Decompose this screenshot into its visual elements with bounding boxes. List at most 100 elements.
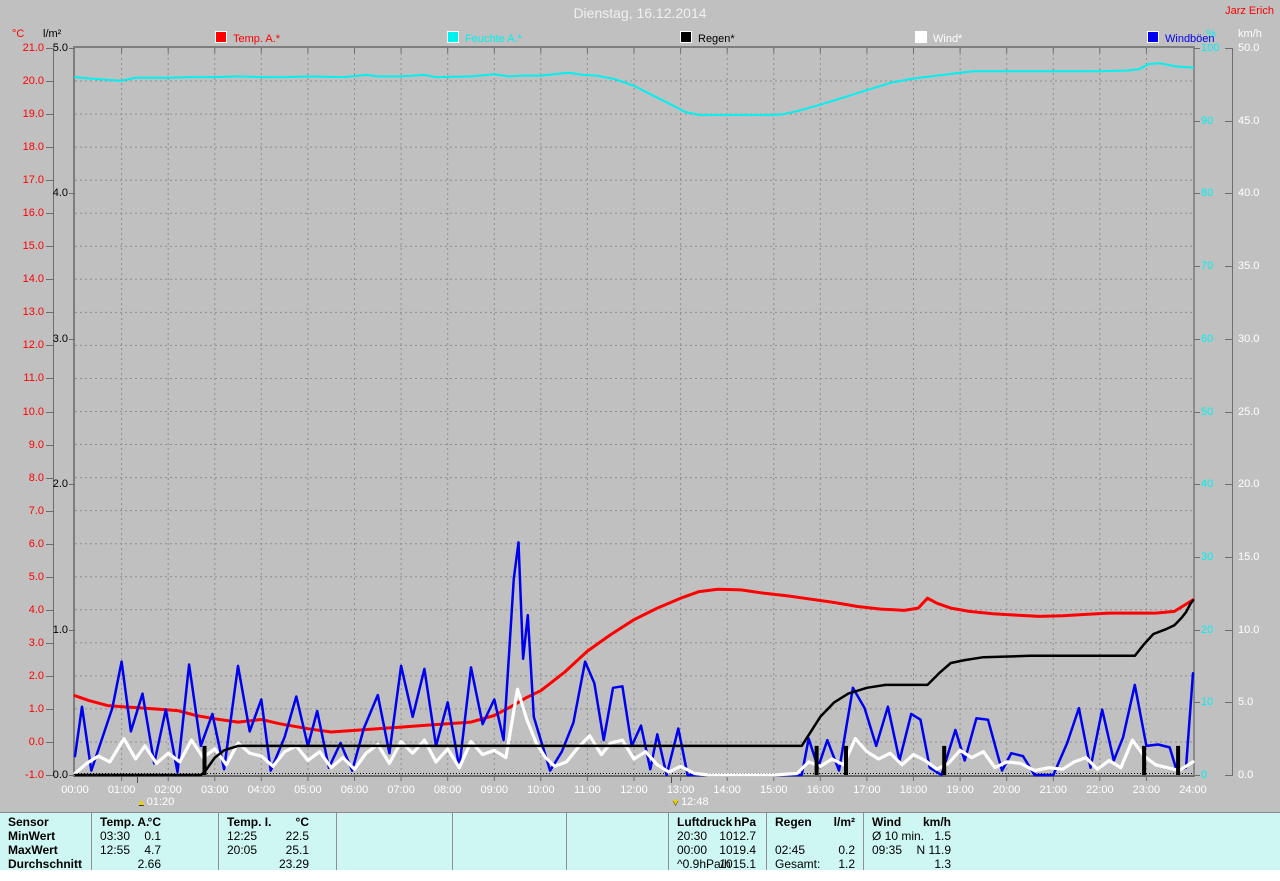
hour-axis-tick-label: 11:00 [574, 784, 601, 796]
page-title: Dienstag, 16.12.2014 [573, 5, 707, 21]
axis-tick [1194, 629, 1200, 631]
temp-axis-tick-label: 5.0 [28, 570, 44, 583]
axis-tick [46, 345, 53, 347]
axis-tick [1194, 556, 1200, 558]
temp-axis-tick-label: 2.0 [28, 669, 44, 682]
rain-event-bar [844, 745, 848, 775]
moonrise-arrow-icon: ▲ [136, 797, 146, 807]
wind-axis-tick-label: 40.0 [1238, 187, 1260, 200]
legend-color-swatch [1147, 31, 1159, 43]
humidity-axis-tick-label: 10 [1201, 696, 1214, 709]
temp-axis-tick-label: 4.0 [28, 603, 44, 616]
table-row-label: MinWert [8, 829, 56, 843]
axis-tick [46, 147, 53, 149]
table-cell-value: 22.5 [285, 829, 309, 843]
humidity-axis-tick-label: 50 [1201, 405, 1214, 418]
axis-tick [1194, 193, 1200, 195]
temp-axis-tick-label: 1.0 [28, 702, 44, 715]
axis-tick [1225, 775, 1232, 776]
table-cell-value: 23.29 [278, 857, 309, 871]
axis-tick [1232, 48, 1233, 776]
legend-label: Temp. A.* [233, 33, 281, 45]
hour-axis-tick-label: 14:00 [713, 784, 741, 796]
hour-axis-tick-label: 04:00 [247, 784, 276, 796]
humidity-axis-tick-label: 0 [1201, 769, 1208, 781]
wind-axis-tick-label: 30.0 [1238, 332, 1260, 345]
hour-axis-tick-label: 19:00 [946, 784, 974, 796]
moonset-arrow-icon: ▼ [671, 797, 681, 807]
table-cell-value: 1012.7 [719, 829, 756, 843]
axis-tick [1194, 338, 1200, 340]
temp-axis-tick-label: 13.0 [22, 306, 44, 319]
table-col-unit: km/h [922, 815, 951, 829]
temp-axis-tick-label: 19.0 [22, 108, 44, 121]
axis-tick [1225, 411, 1232, 413]
hour-axis-tick-label: 23:00 [1132, 784, 1161, 796]
table-separator [218, 813, 219, 871]
table-cell-value: 4.7 [144, 843, 161, 857]
legend-color-swatch [680, 31, 692, 43]
table-cell-value: 1015.1 [719, 857, 756, 871]
legend-color-swatch [215, 31, 227, 43]
hour-axis-tick-label: 24:00 [1179, 784, 1207, 796]
axis-tick [1225, 556, 1232, 558]
table-row-label: MaxWert [8, 843, 58, 857]
legend-item-regen[interactable]: Regen* [680, 31, 735, 45]
axis-tick [46, 180, 53, 182]
hour-axis-tick-label: 05:00 [294, 784, 322, 796]
temp-axis-tick-label: 10.0 [22, 405, 44, 418]
axis-tick [53, 48, 54, 776]
table-cell-value: 0.1 [144, 829, 161, 843]
humidity-axis-tick-label: 80 [1201, 187, 1214, 200]
temp-axis-tick-label: 9.0 [28, 438, 44, 451]
table-separator [336, 813, 337, 871]
axis-tick [1225, 484, 1232, 486]
legend-item-feuchtea[interactable]: Feuchte A.* [447, 31, 522, 45]
rain-axis-unit: l/m² [43, 28, 62, 40]
hour-axis-tick-label: 17:00 [853, 784, 881, 796]
temp-axis-tick-label: 0.0 [28, 735, 44, 748]
axis-tick [46, 114, 53, 116]
temp-axis-tick-label: 6.0 [28, 537, 44, 550]
table-separator [91, 813, 92, 871]
axis-tick [46, 444, 53, 446]
rain-axis-tick-label: 1.0 [52, 623, 68, 636]
axis-tick [1225, 193, 1232, 195]
table-cell-value: 1.5 [934, 829, 951, 843]
legend-label: Feuchte A.* [465, 33, 522, 45]
wind-axis-tick-label: 0.0 [1238, 769, 1254, 781]
hour-axis-tick-label: 18:00 [899, 784, 928, 796]
hour-axis-tick-label: 09:00 [480, 784, 509, 796]
table-col-unit: hPa [733, 815, 756, 829]
table-separator [452, 813, 453, 871]
table-cell-value: N 11.9 [916, 843, 951, 857]
hour-axis-tick-label: 22:00 [1086, 784, 1114, 796]
legend-item-tempa[interactable]: Temp. A.* [215, 31, 280, 45]
humidity-axis-tick-label: 70 [1201, 260, 1214, 273]
wind-axis-unit: km/h [1238, 28, 1262, 40]
axis-tick [69, 775, 75, 776]
axis-tick [1194, 775, 1200, 776]
wind-axis-tick-label: 45.0 [1238, 114, 1260, 127]
table-col-unit: l/m² [833, 815, 855, 829]
axis-tick [1225, 120, 1232, 122]
rain-event-bar [1176, 745, 1181, 775]
axis-tick [46, 411, 53, 413]
hour-axis-tick-label: 12:00 [620, 784, 648, 796]
plot-area[interactable] [73, 48, 1195, 781]
rain-axis-tick-label: 5.0 [52, 42, 68, 54]
axis-tick [46, 213, 53, 215]
table-cell-value: 1.3 [934, 857, 951, 871]
axis-tick [1225, 629, 1232, 631]
hour-axis-tick-label: 00:00 [61, 784, 89, 796]
table-separator [566, 813, 567, 871]
temp-axis-tick-label: 7.0 [28, 504, 44, 517]
legend-item-wind[interactable]: Wind* [915, 31, 962, 45]
moonset-time-label: 12:48 [681, 796, 709, 808]
hour-axis-tick-label: 08:00 [433, 784, 462, 796]
temp-axis-tick-label: 3.0 [28, 636, 44, 649]
moonrise-tick [136, 777, 138, 783]
table-cell-value: 25.1 [285, 843, 309, 857]
axis-tick [1194, 120, 1200, 122]
rain-axis-tick-label: 2.0 [52, 478, 68, 491]
